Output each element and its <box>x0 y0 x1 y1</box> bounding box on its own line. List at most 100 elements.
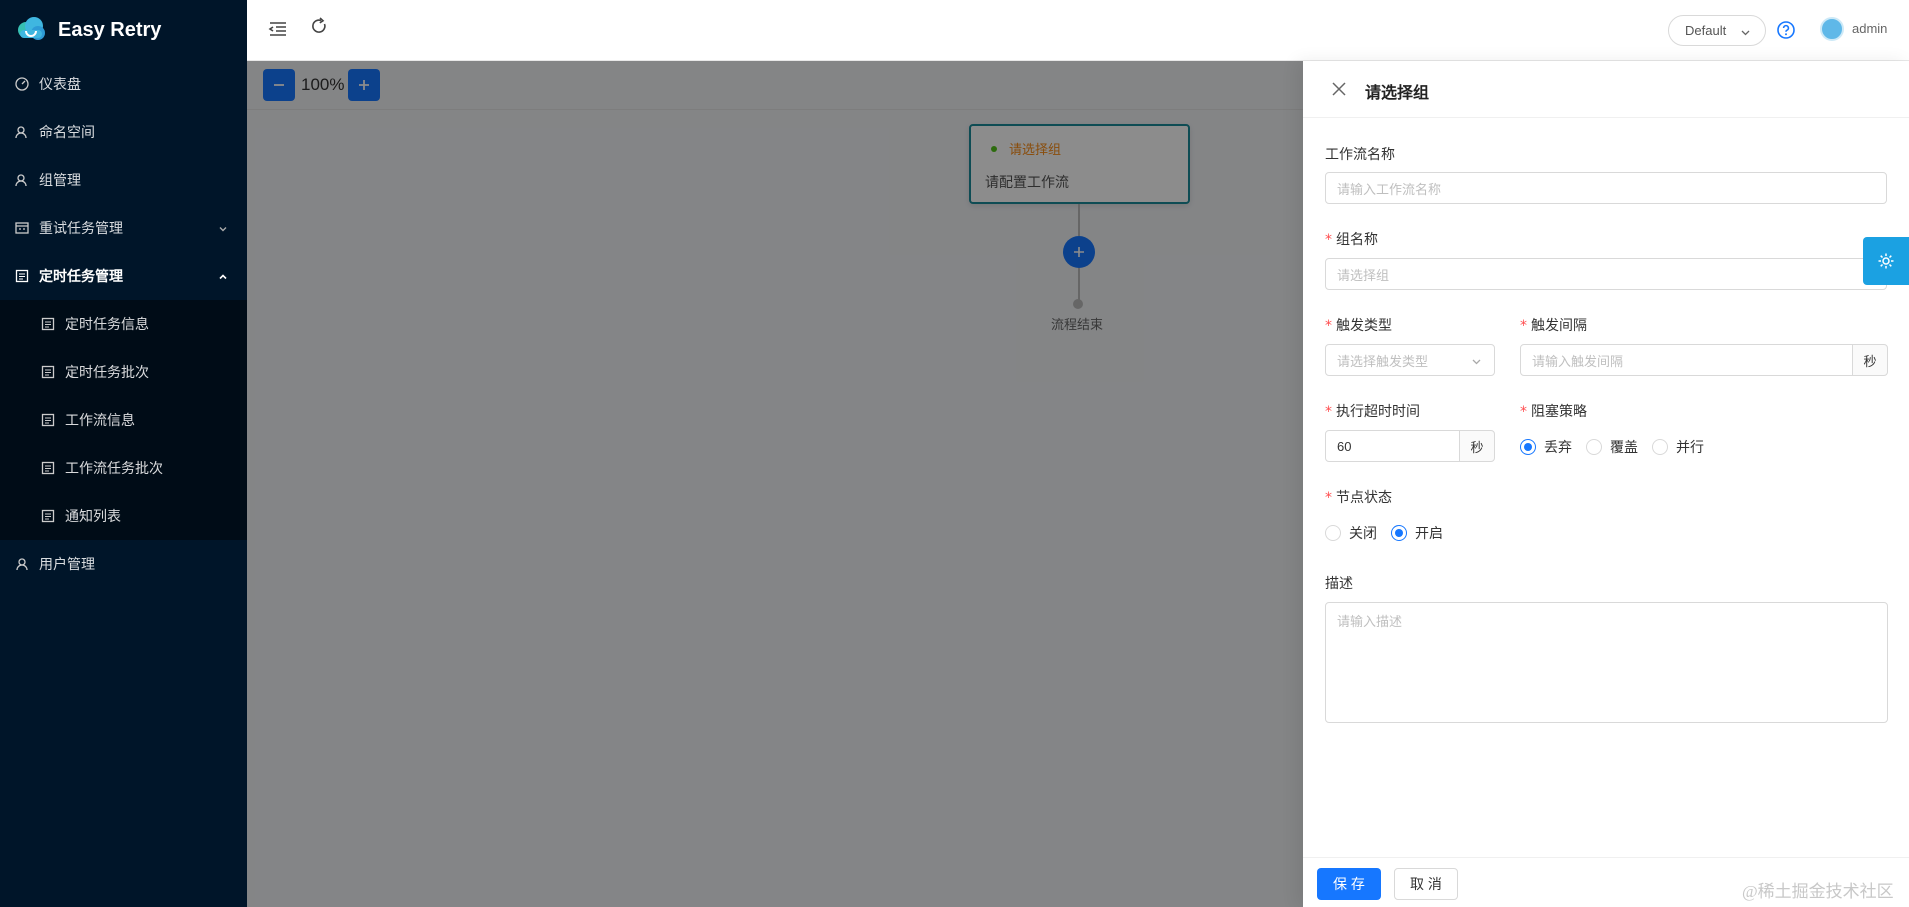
scheduled-tasks-submenu: 定时任务信息 定时任务批次 工作流信息 工作流任务批次 通知列表 <box>0 300 247 540</box>
sidebar-item-label: 用户管理 <box>39 556 95 572</box>
group-select[interactable]: 请选择组 <box>1325 258 1887 290</box>
radio-label: 并行 <box>1676 439 1704 455</box>
radio-label: 开启 <box>1415 525 1443 541</box>
list-icon <box>40 364 56 380</box>
dashboard-icon <box>14 76 30 92</box>
required-mark: * <box>1325 404 1332 420</box>
sidebar-item-label: 定时任务批次 <box>65 364 149 380</box>
required-mark: * <box>1325 490 1332 506</box>
drawer-title: 请选择组 <box>1365 85 1430 102</box>
list-icon <box>40 508 56 524</box>
sidebar: Easy Retry 仪表盘 命名空间 组管理 重试任务管理 定时任务管理 定时… <box>0 0 247 907</box>
sidebar-item-label: 命名空间 <box>39 124 95 140</box>
timeout-value: 60 <box>1337 438 1352 454</box>
chevron-down-icon <box>217 222 229 234</box>
radio-circle[interactable] <box>1586 439 1602 455</box>
avatar[interactable] <box>1820 17 1844 41</box>
trigger-interval-label: * 触发间隔 <box>1520 315 1587 335</box>
settings-tab[interactable] <box>1863 237 1909 285</box>
sidebar-item-job-info[interactable]: 定时任务信息 <box>0 300 247 348</box>
trigger-interval-placeholder: 请输入触发间隔 <box>1532 353 1624 369</box>
radio-label: 丢弃 <box>1544 439 1572 455</box>
timeout-input[interactable]: 60 <box>1325 430 1460 462</box>
sidebar-item-workflow-info[interactable]: 工作流信息 <box>0 396 247 444</box>
trigger-type-select[interactable]: 请选择触发类型 <box>1325 344 1495 376</box>
sidebar-item-scheduled-tasks[interactable]: 定时任务管理 <box>0 252 247 300</box>
namespace-select[interactable]: Default <box>1668 15 1766 46</box>
menu-fold-icon[interactable] <box>267 18 289 40</box>
sidebar-item-label: 通知列表 <box>65 508 121 524</box>
timeout-label-text: 执行超时时间 <box>1336 403 1420 419</box>
reload-icon[interactable] <box>309 16 331 38</box>
trigger-type-label-text: 触发类型 <box>1336 317 1392 333</box>
sidebar-item-groups[interactable]: 组管理 <box>0 156 247 204</box>
group-select-placeholder: 请选择组 <box>1337 267 1390 283</box>
workflow-name-placeholder: 请输入工作流名称 <box>1337 181 1442 197</box>
sidebar-item-label: 仪表盘 <box>39 76 81 92</box>
radio-open[interactable]: 开启 <box>1391 523 1443 543</box>
sidebar-item-label: 工作流任务批次 <box>65 460 163 476</box>
logo-cloud-icon <box>14 13 48 47</box>
save-button[interactable]: 保 存 <box>1317 868 1381 900</box>
trigger-interval-unit: 秒 <box>1852 344 1888 376</box>
block-strategy-label: * 阻塞策略 <box>1520 401 1587 421</box>
sidebar-item-notify-list[interactable]: 通知列表 <box>0 492 247 540</box>
radio-close[interactable]: 关闭 <box>1325 523 1377 543</box>
workflow-name-label: 工作流名称 <box>1325 146 1395 162</box>
radio-circle[interactable] <box>1325 525 1341 541</box>
help-icon[interactable] <box>1777 21 1795 39</box>
timeout-unit: 秒 <box>1459 430 1495 462</box>
chevron-down-icon <box>1740 26 1751 37</box>
close-icon[interactable] <box>1331 81 1347 97</box>
drawer-header: 请选择组 <box>1303 61 1909 118</box>
app-title: Easy Retry <box>58 18 162 41</box>
watermark: @稀土掘金技术社区 <box>1742 882 1894 901</box>
required-mark: * <box>1325 232 1332 248</box>
radio-discard[interactable]: 丢弃 <box>1520 437 1572 457</box>
sidebar-item-label: 工作流信息 <box>65 412 135 428</box>
top-header <box>247 0 1909 61</box>
block-strategy-label-text: 阻塞策略 <box>1531 403 1587 419</box>
list-icon <box>40 316 56 332</box>
sidebar-item-dashboard[interactable]: 仪表盘 <box>0 60 247 108</box>
user-name[interactable]: admin <box>1852 21 1887 36</box>
radio-label: 关闭 <box>1349 525 1377 541</box>
radio-circle[interactable] <box>1652 439 1668 455</box>
user-icon <box>14 172 30 188</box>
node-status-label: * 节点状态 <box>1325 487 1392 507</box>
block-strategy-radio-group: 丢弃 覆盖 并行 <box>1520 437 1718 457</box>
user-icon <box>14 556 30 572</box>
required-mark: * <box>1520 404 1527 420</box>
sidebar-item-job-batch[interactable]: 定时任务批次 <box>0 348 247 396</box>
radio-circle[interactable] <box>1520 439 1536 455</box>
user-icon <box>14 124 30 140</box>
workflow-name-input[interactable]: 请输入工作流名称 <box>1325 172 1887 204</box>
trigger-interval-label-text: 触发间隔 <box>1531 317 1587 333</box>
trigger-type-label: * 触发类型 <box>1325 315 1392 335</box>
list-icon <box>40 412 56 428</box>
description-textarea[interactable]: 请输入描述 <box>1325 602 1888 723</box>
drawer-mask[interactable] <box>247 61 1303 907</box>
gear-icon <box>1878 253 1894 269</box>
cancel-button[interactable]: 取 消 <box>1394 868 1458 900</box>
list-icon <box>14 268 30 284</box>
namespace-value: Default <box>1685 23 1727 38</box>
sidebar-item-users[interactable]: 用户管理 <box>0 540 247 588</box>
description-placeholder: 请输入描述 <box>1337 614 1403 629</box>
required-mark: * <box>1520 318 1527 334</box>
group-name-label-text: 组名称 <box>1336 231 1378 247</box>
sidebar-item-retry-tasks[interactable]: 重试任务管理 <box>0 204 247 252</box>
radio-overwrite[interactable]: 覆盖 <box>1586 437 1638 457</box>
radio-parallel[interactable]: 并行 <box>1652 437 1704 457</box>
radio-circle[interactable] <box>1391 525 1407 541</box>
trigger-type-placeholder: 请选择触发类型 <box>1337 353 1429 369</box>
sidebar-item-namespace[interactable]: 命名空间 <box>0 108 247 156</box>
trigger-interval-input[interactable]: 请输入触发间隔 <box>1520 344 1853 376</box>
calendar-icon <box>14 220 30 236</box>
logo[interactable]: Easy Retry <box>0 0 247 60</box>
sidebar-item-workflow-batch[interactable]: 工作流任务批次 <box>0 444 247 492</box>
list-icon <box>40 460 56 476</box>
chevron-up-icon <box>217 270 229 282</box>
radio-label: 覆盖 <box>1610 439 1638 455</box>
chevron-down-icon <box>1471 355 1482 366</box>
